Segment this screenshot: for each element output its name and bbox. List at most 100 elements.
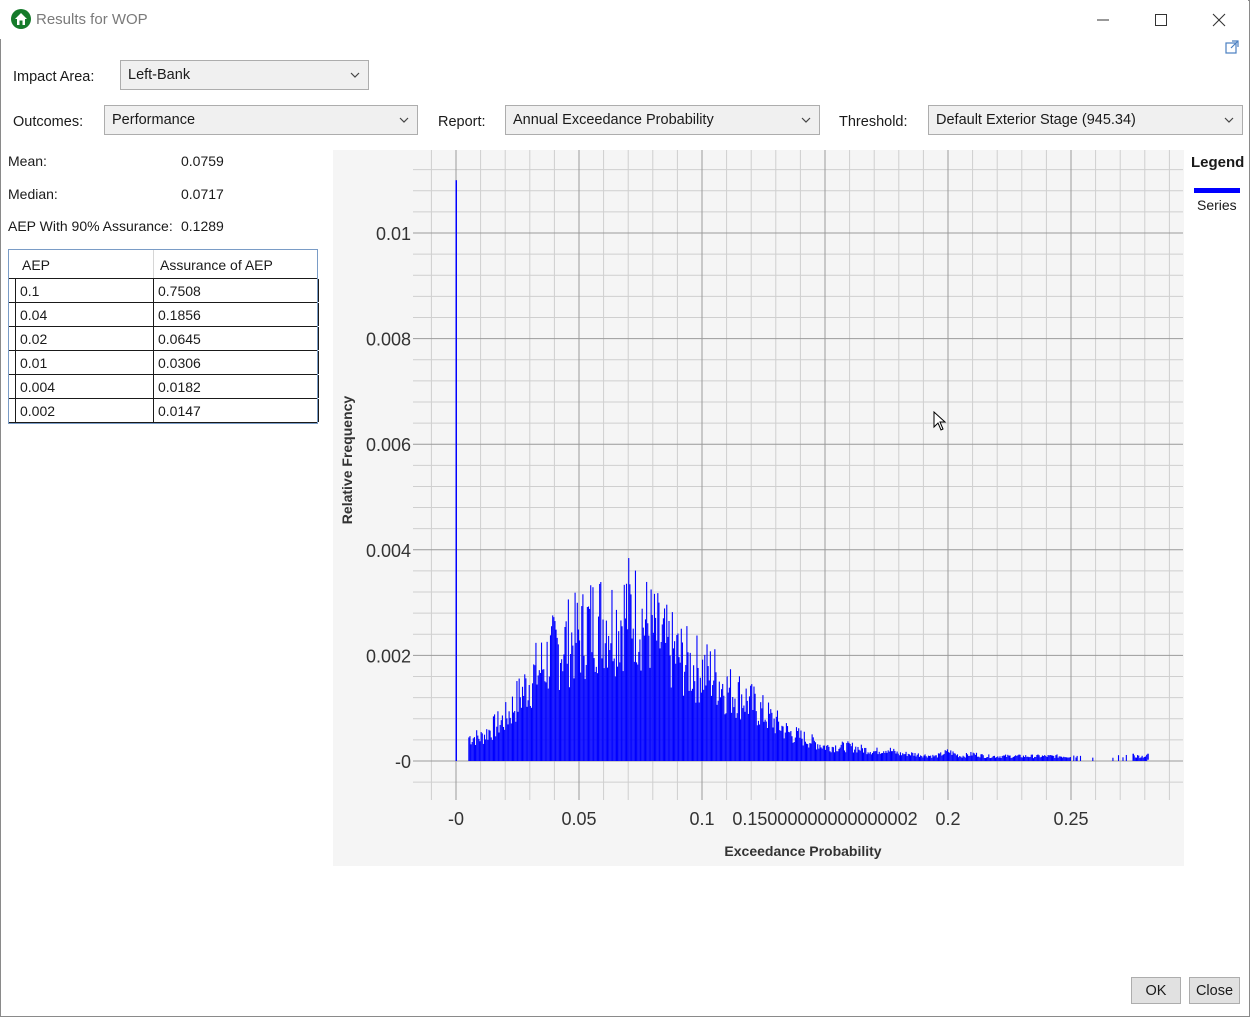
- minimize-icon: [1097, 19, 1109, 21]
- histogram-bar: [820, 747, 822, 761]
- title-bar[interactable]: Results for WOP: [0, 0, 1248, 39]
- column-header-assurance[interactable]: Assurance of AEP: [160, 257, 273, 273]
- histogram-bar: [778, 721, 780, 761]
- histogram-bar: [725, 713, 727, 761]
- popout-icon[interactable]: [1225, 40, 1239, 54]
- histogram-bar: [665, 642, 667, 761]
- histogram-bar: [1117, 755, 1120, 761]
- close-button[interactable]: Close: [1189, 977, 1240, 1004]
- histogram-bar: [934, 755, 936, 761]
- histogram-bar: [735, 717, 737, 761]
- impact-area-dropdown[interactable]: Left-Bank: [120, 60, 369, 90]
- x-tick-label: 0.05: [561, 809, 596, 829]
- histogram-bar: [772, 727, 774, 761]
- histogram-bar: [858, 749, 860, 761]
- histogram-bar: [835, 745, 837, 761]
- histogram-bar: [524, 674, 526, 761]
- table-row[interactable]: 0.04 0.1856: [9, 302, 319, 326]
- histogram-bar: [1062, 757, 1064, 761]
- histogram-bar: [964, 757, 966, 761]
- histogram-bar: [775, 716, 777, 761]
- table-row[interactable]: 0.002 0.0147: [9, 398, 319, 423]
- histogram-chart[interactable]: -0 0.05 0.1 0.15000000000000002 0.2 0.25 -0 0.…: [333, 150, 1184, 866]
- table-cell-aep[interactable]: 0.002: [15, 399, 152, 422]
- histogram-bar: [844, 750, 846, 761]
- histogram-bar: [572, 645, 574, 761]
- histogram-bar: [608, 635, 610, 761]
- histogram-bar: [533, 664, 535, 761]
- median-value: 0.0717: [181, 186, 224, 202]
- histogram-bar: [688, 690, 690, 761]
- table-cell-assurance[interactable]: 0.0645: [153, 327, 319, 350]
- histogram-bar: [479, 741, 481, 761]
- histogram-bar: [1034, 756, 1036, 761]
- histogram-bar: [539, 672, 541, 761]
- y-axis-ticks: -0 0.002 0.004 0.006 0.008 0.01: [366, 224, 411, 772]
- histogram-bar: [492, 716, 494, 761]
- maximize-icon: [1155, 14, 1167, 26]
- histogram-bar: [907, 753, 909, 761]
- histogram-bar: [904, 754, 906, 761]
- table-cell-assurance[interactable]: 0.0182: [153, 375, 319, 398]
- histogram-bar: [532, 683, 534, 761]
- histogram-bar: [940, 752, 942, 761]
- table-row[interactable]: 0.1 0.7508: [9, 278, 319, 302]
- histogram-bar: [1134, 757, 1136, 761]
- table-row[interactable]: 0.01 0.0306: [9, 350, 319, 374]
- table-cell-assurance[interactable]: 0.0147: [153, 399, 319, 422]
- histogram-bar: [1057, 757, 1059, 761]
- ok-button[interactable]: OK: [1131, 977, 1181, 1004]
- histogram-bar: [549, 635, 552, 761]
- aep90-label: AEP With 90% Assurance:: [8, 218, 173, 234]
- histogram-bar: [510, 723, 512, 761]
- histogram-bar: [943, 753, 945, 761]
- histogram-bar: [763, 721, 765, 761]
- histogram-bar: [928, 755, 931, 761]
- y-axis-label: Relative Frequency: [339, 396, 355, 525]
- table-cell-aep[interactable]: 0.02: [15, 327, 152, 350]
- minimize-button[interactable]: [1074, 0, 1132, 39]
- histogram-bar: [495, 736, 497, 761]
- histogram-bar: [1055, 755, 1057, 761]
- histogram-bar: [684, 671, 686, 761]
- table-cell-assurance[interactable]: 0.1856: [153, 303, 319, 326]
- histogram-bar: [655, 617, 657, 761]
- table-cell-aep[interactable]: 0.004: [15, 375, 152, 398]
- threshold-dropdown[interactable]: Default Exterior Stage (945.34): [928, 105, 1243, 135]
- histogram-bar: [662, 618, 664, 761]
- histogram-bar: [993, 755, 995, 761]
- table-cell-aep[interactable]: 0.01: [15, 351, 152, 374]
- table-cell-aep[interactable]: 0.04: [15, 303, 152, 326]
- table-row[interactable]: 0.004 0.0182: [9, 374, 319, 398]
- histogram-bar: [536, 684, 538, 761]
- histogram-bar: [557, 644, 559, 761]
- aep-table[interactable]: AEP Assurance of AEP 0.1 0.7508 0.04 0.1…: [8, 249, 319, 424]
- histogram-bar: [712, 685, 714, 761]
- histogram-bar: [602, 619, 604, 761]
- close-window-button[interactable]: [1190, 0, 1248, 39]
- table-cell-aep[interactable]: 0.1: [15, 279, 152, 302]
- table-row[interactable]: 0.02 0.0645: [9, 326, 319, 350]
- histogram-bar: [744, 711, 746, 761]
- histogram-bar: [582, 594, 584, 761]
- histogram-bar: [689, 652, 691, 761]
- histogram-bar: [704, 654, 706, 761]
- histogram-bar: [477, 735, 479, 761]
- histogram-bar: [488, 729, 490, 761]
- histogram-bar: [622, 671, 624, 761]
- histogram-bar: [1043, 756, 1045, 761]
- histogram-bar: [756, 725, 758, 761]
- histogram-bar: [1027, 756, 1029, 761]
- report-dropdown[interactable]: Annual Exceedance Probability: [505, 105, 820, 135]
- histogram-bar: [1048, 755, 1050, 761]
- outcomes-dropdown[interactable]: Performance: [104, 105, 418, 135]
- histogram-bar: [1009, 755, 1011, 761]
- table-cell-assurance[interactable]: 0.0306: [153, 351, 319, 374]
- column-header-aep[interactable]: AEP: [22, 257, 50, 273]
- table-cell-assurance[interactable]: 0.7508: [153, 279, 319, 302]
- histogram-bar: [801, 738, 803, 761]
- histogram-bar: [709, 651, 711, 761]
- histogram-bar: [659, 648, 661, 761]
- maximize-button[interactable]: [1132, 0, 1190, 39]
- histogram-bar: [999, 756, 1001, 761]
